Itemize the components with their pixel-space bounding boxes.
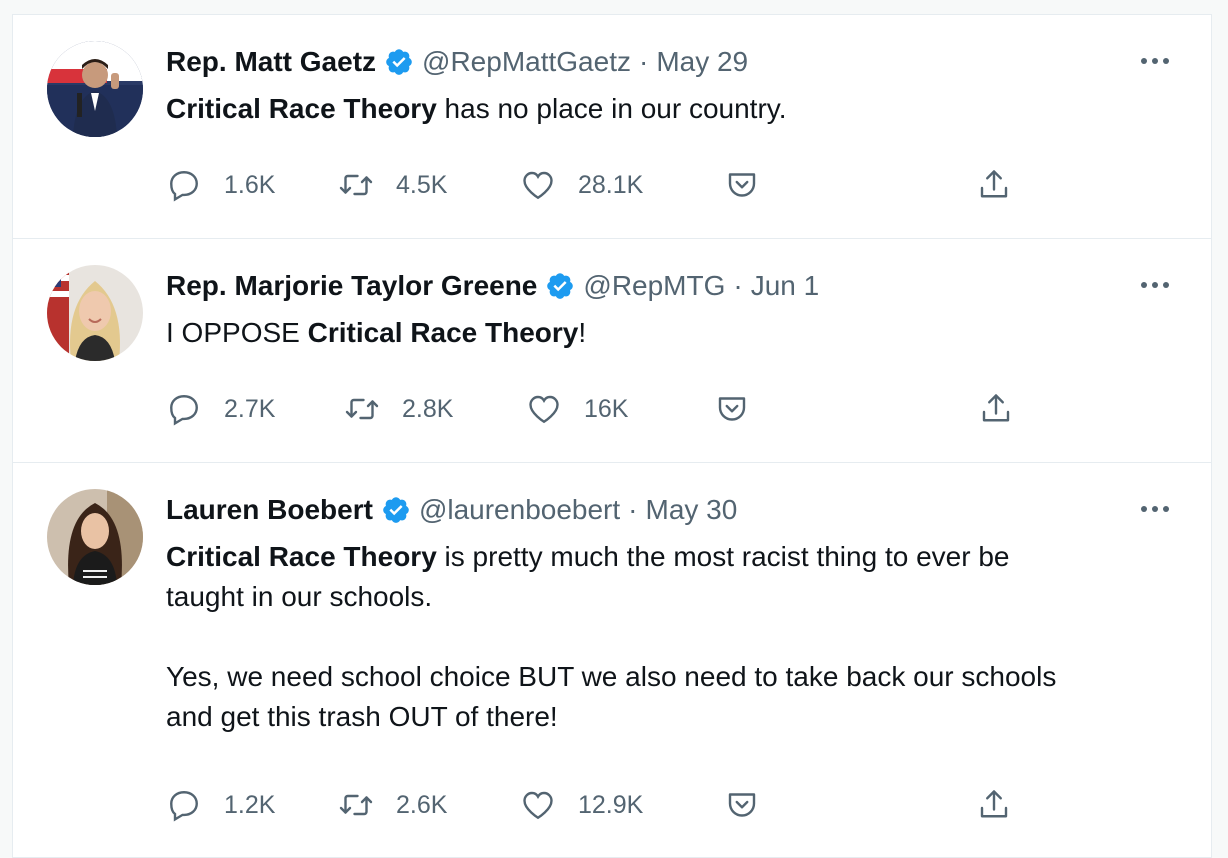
tweet-paragraph-line: taught in our schools. (166, 581, 433, 612)
share-icon (980, 170, 1008, 198)
heart-icon (529, 395, 559, 424)
tweet-text: Critical Race Theory has no place in our… (166, 89, 1166, 129)
tweet-text-rest: is pretty much the most racist thing to … (436, 541, 1010, 572)
reply-count: 1.2K (224, 790, 276, 819)
tweet-text-rest: has no place in our country. (436, 93, 787, 124)
reply-button[interactable]: 1.6K (166, 165, 275, 205)
tweet-text-bold: Critical Race Theory (166, 93, 437, 124)
author-handle[interactable]: @RepMTG (583, 270, 725, 302)
author-handle[interactable]: @RepMattGaetz (422, 46, 631, 78)
tweet-date[interactable]: Jun 1 (751, 270, 820, 302)
tweet-date[interactable]: May 30 (646, 494, 738, 526)
pocket-save-icon (728, 173, 756, 197)
like-count: 28.1K (578, 170, 644, 199)
tweet-header: Lauren Boebert @laurenboebert · May 30 (166, 493, 737, 527)
like-button[interactable]: 16K (526, 389, 628, 429)
tweet-actions: 2.7K 2.8K 16K (166, 389, 1066, 429)
retweet-count: 2.6K (396, 790, 448, 819)
avatar[interactable] (47, 41, 143, 137)
reply-icon (170, 395, 198, 426)
avatar[interactable] (47, 489, 143, 585)
retweet-count: 4.5K (396, 170, 448, 199)
share-button[interactable] (976, 165, 1012, 205)
heart-icon (523, 171, 553, 200)
like-count: 16K (584, 394, 629, 423)
avatar-photo (47, 489, 143, 585)
retweet-icon (339, 174, 373, 196)
tweet-text-pre: I OPPOSE (166, 317, 308, 348)
save-button[interactable] (714, 389, 750, 429)
retweet-button[interactable]: 2.8K (344, 389, 453, 429)
separator: · (733, 270, 743, 301)
more-icon[interactable] (1137, 51, 1173, 71)
heart-icon (523, 791, 553, 820)
author-name[interactable]: Rep. Marjorie Taylor Greene (166, 270, 537, 302)
share-button[interactable] (976, 785, 1012, 825)
tweet-paragraph: Critical Race Theory is pretty much the … (166, 537, 1166, 577)
reply-button[interactable]: 2.7K (166, 389, 275, 429)
pocket-save-icon (728, 793, 756, 817)
reply-count: 1.6K (224, 170, 276, 199)
save-button[interactable] (724, 785, 760, 825)
like-button[interactable]: 28.1K (520, 165, 643, 205)
like-count: 12.9K (578, 790, 644, 819)
more-icon[interactable] (1137, 499, 1173, 519)
tweet-paragraph-line: Yes, we need school choice BUT we also n… (166, 661, 1057, 692)
tweet-actions: 1.2K 2.6K 12.9K (166, 785, 1066, 825)
retweet-count: 2.8K (402, 394, 454, 423)
retweet-icon (345, 398, 379, 420)
tweet-header: Rep. Matt Gaetz @RepMattGaetz · May 29 (166, 45, 748, 79)
verified-badge-icon (383, 497, 409, 523)
avatar[interactable] (47, 265, 143, 361)
avatar-photo (47, 41, 143, 137)
tweet-card[interactable]: Lauren Boebert @laurenboebert · May 30 C… (13, 462, 1211, 858)
reply-icon (170, 171, 198, 202)
separator: · (638, 46, 649, 77)
reply-button[interactable]: 1.2K (166, 785, 275, 825)
reply-count: 2.7K (224, 394, 276, 423)
separator: · (628, 494, 638, 525)
share-icon (982, 394, 1010, 422)
author-name[interactable]: Rep. Matt Gaetz (166, 46, 376, 78)
verified-badge-icon (386, 49, 412, 75)
pocket-save-icon (718, 397, 746, 421)
retweet-button[interactable]: 4.5K (338, 165, 447, 205)
share-button[interactable] (978, 389, 1014, 429)
author-name[interactable]: Lauren Boebert (166, 494, 373, 526)
tweet-card[interactable]: Rep. Marjorie Taylor Greene @RepMTG · Ju… (13, 238, 1211, 463)
tweet-text: I OPPOSE Critical Race Theory! (166, 313, 1166, 353)
reply-icon (170, 791, 198, 822)
tweet-header: Rep. Marjorie Taylor Greene @RepMTG · Ju… (166, 269, 819, 303)
tweet-card[interactable]: Rep. Matt Gaetz @RepMattGaetz · May 29 C… (13, 14, 1211, 239)
tweet-paragraph-line: and get this trash OUT of there! (166, 701, 558, 732)
tweet-text-bold: Critical Race Theory (307, 317, 579, 348)
author-handle[interactable]: @laurenboebert (419, 494, 620, 526)
tweet-text-post: ! (578, 317, 587, 348)
tweet-text: Critical Race Theory is pretty much the … (166, 537, 1166, 737)
tweet-text-bold: Critical Race Theory (166, 541, 437, 572)
avatar-photo (47, 265, 143, 361)
retweet-button[interactable]: 2.6K (338, 785, 447, 825)
verified-badge-icon (547, 273, 574, 299)
share-icon (980, 790, 1008, 818)
tweet-date[interactable]: May 29 (656, 46, 748, 78)
tweet-actions: 1.6K 4.5K 28.1K (166, 165, 1066, 205)
save-button[interactable] (724, 165, 760, 205)
retweet-icon (339, 794, 373, 816)
like-button[interactable]: 12.9K (520, 785, 643, 825)
more-icon[interactable] (1137, 275, 1173, 295)
tweet-feed: Rep. Matt Gaetz @RepMattGaetz · May 29 C… (12, 14, 1212, 858)
